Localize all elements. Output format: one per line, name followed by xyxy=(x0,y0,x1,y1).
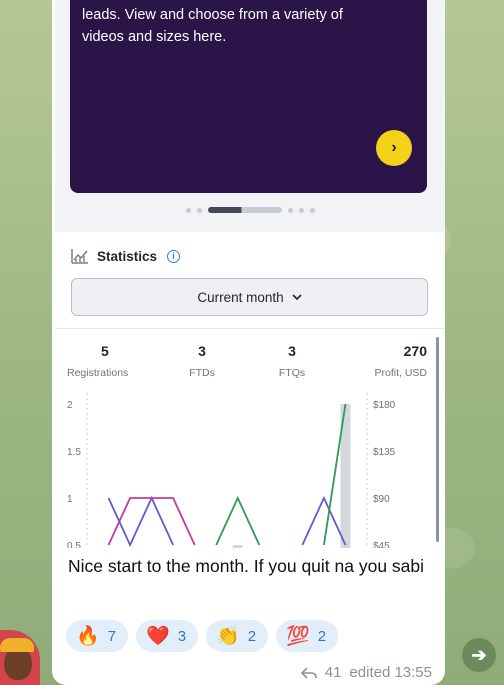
statistics-chart: 2 1.5 1 0.5 $180 $135 $90 $45 xyxy=(67,393,396,548)
chart-bar xyxy=(232,545,243,548)
avatar-cap xyxy=(0,638,34,652)
message-text: Nice start to the month. If you quit na … xyxy=(68,556,425,576)
heart-icon: ❤️ xyxy=(146,625,170,647)
metric-label: Registrations xyxy=(67,367,129,379)
pagination-dot[interactable] xyxy=(287,207,293,213)
reactions-row: 🔥 7 ❤️ 3 👏 2 💯 2 xyxy=(66,620,339,652)
reaction-count: 7 xyxy=(107,627,117,645)
chevron-down-icon xyxy=(292,293,302,300)
reaction-count: 2 xyxy=(247,627,257,645)
edited-time: edited 13:55 xyxy=(349,664,432,681)
y2-axis-tick: $135 xyxy=(373,447,396,458)
reaction-count: 3 xyxy=(177,627,187,645)
forward-button[interactable]: ➔ xyxy=(462,638,496,672)
metrics-panel: 5 Registrations 3 FTDs 3 FTQs 270 Profit… xyxy=(55,328,445,548)
statistics-header: Statistics i xyxy=(71,248,181,264)
statistics-title: Statistics xyxy=(97,248,158,264)
statistics-card: Statistics i Current month 5 Registratio… xyxy=(55,232,445,548)
y-axis-tick: 0.5 xyxy=(67,541,81,548)
promo-text: leads. View and choose from a variety of… xyxy=(82,7,343,45)
chart-series-line xyxy=(215,495,261,546)
y-axis-tick: 1.5 xyxy=(67,447,81,458)
chart-series-line xyxy=(107,495,174,548)
reaction-clap[interactable]: 👏 2 xyxy=(206,620,269,652)
metric-value: 270 xyxy=(403,343,427,359)
y2-axis-tick: $45 xyxy=(373,541,390,548)
metrics-row: 5 Registrations 3 FTDs 3 FTQs 270 Profit… xyxy=(67,343,427,379)
attached-screenshot[interactable]: leads. View and choose from a variety of… xyxy=(55,0,445,548)
y-axis-tick: 1 xyxy=(67,494,73,505)
y-axis-tick: 2 xyxy=(67,400,73,411)
metric-ftqs: 3 FTQs xyxy=(247,343,337,379)
fire-icon: 🔥 xyxy=(76,625,100,647)
y2-axis-tick: $90 xyxy=(373,494,390,505)
carousel-pagination xyxy=(55,207,445,213)
metric-value: 3 xyxy=(288,343,296,359)
chevron-right-icon[interactable]: › xyxy=(376,130,412,166)
reaction-heart[interactable]: ❤️ 3 xyxy=(136,620,199,652)
pagination-dot[interactable] xyxy=(185,207,191,213)
reaction-hundred[interactable]: 💯 2 xyxy=(276,620,339,652)
share-arrow-icon xyxy=(300,666,317,679)
message-meta: 41 edited 13:55 xyxy=(300,664,432,681)
pagination-dot[interactable] xyxy=(298,207,304,213)
reaction-count: 2 xyxy=(317,627,327,645)
info-icon[interactable]: i xyxy=(167,249,181,263)
metric-value: 5 xyxy=(101,343,109,359)
y2-axis-tick: $180 xyxy=(373,400,396,411)
pagination-active[interactable] xyxy=(207,207,282,213)
chart-series-line xyxy=(107,497,196,546)
metric-label: FTDs xyxy=(189,367,215,379)
pagination-dot[interactable] xyxy=(309,207,315,213)
hundred-points-icon: 💯 xyxy=(286,625,310,647)
chart-series-line xyxy=(301,495,347,546)
metric-label: Profit, USD xyxy=(374,367,427,379)
period-select-value: Current month xyxy=(197,289,284,305)
clapping-hands-icon: 👏 xyxy=(216,625,240,647)
metric-ftds: 3 FTDs xyxy=(157,343,247,379)
promo-banner[interactable]: leads. View and choose from a variety of… xyxy=(70,0,427,193)
metric-label: FTQs xyxy=(278,367,306,379)
reaction-fire[interactable]: 🔥 7 xyxy=(66,620,129,652)
views-count: 41 xyxy=(324,664,342,681)
period-select[interactable]: Current month xyxy=(71,278,428,316)
metric-registrations: 5 Registrations xyxy=(67,343,157,379)
pagination-dot[interactable] xyxy=(196,207,202,213)
metric-profit: 270 Profit, USD xyxy=(337,343,427,379)
chart-icon xyxy=(71,249,88,264)
metric-value: 3 xyxy=(198,343,206,359)
